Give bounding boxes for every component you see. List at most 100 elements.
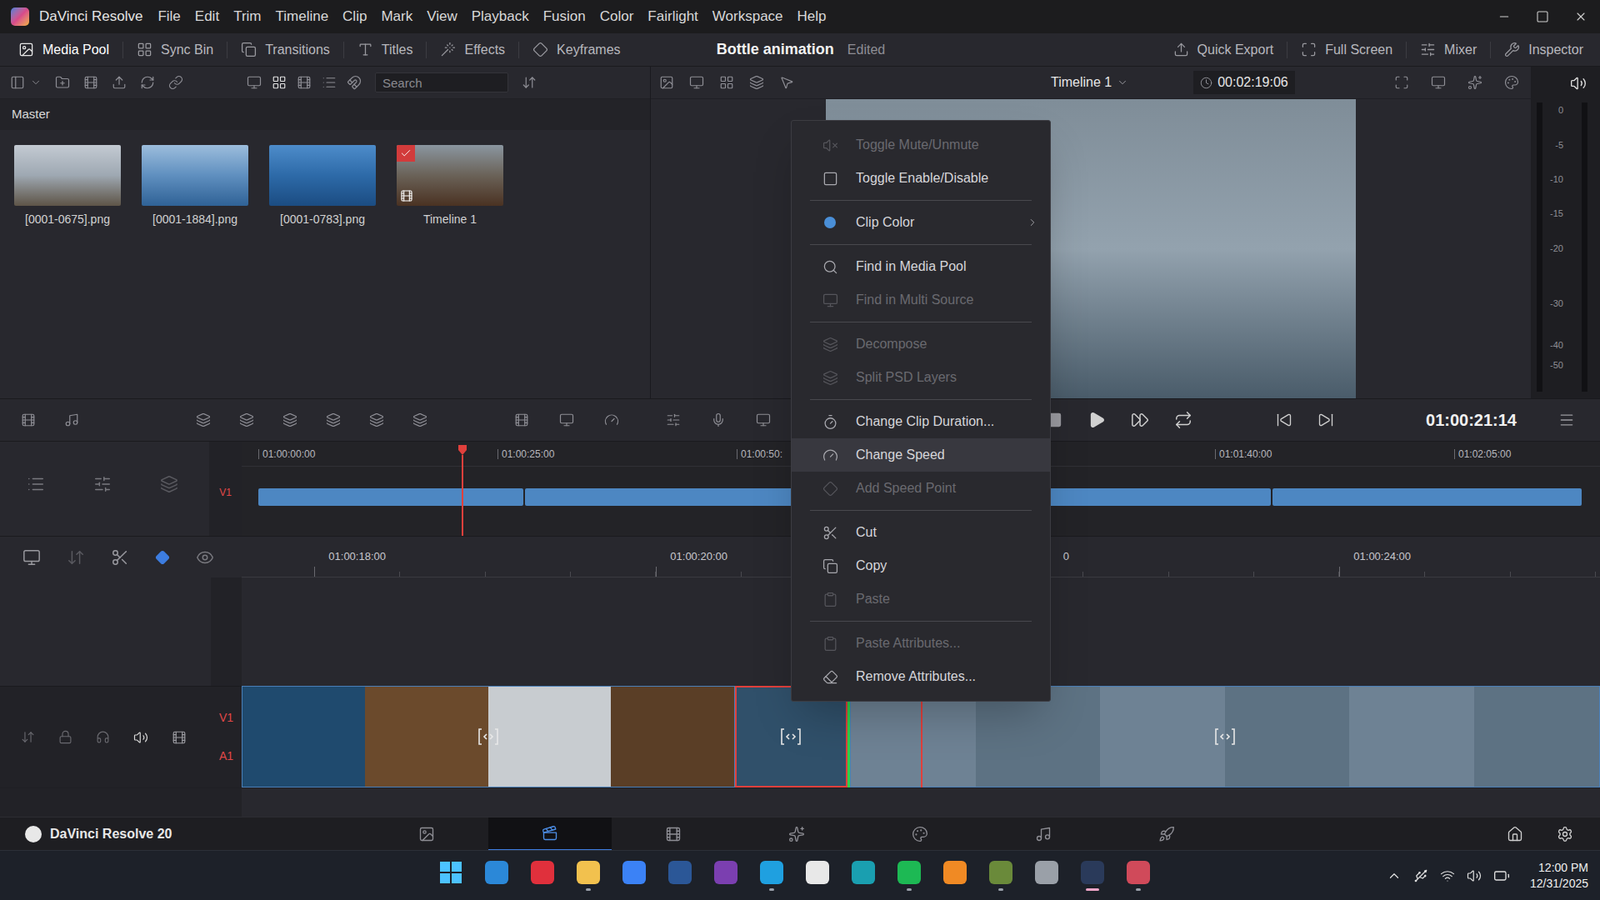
audio-sliders-icon[interactable]	[665, 412, 681, 428]
toolbar-button[interactable]: Effects	[426, 33, 519, 66]
sidebar-toggle-icon[interactable]	[10, 75, 25, 90]
output-icon[interactable]	[755, 412, 771, 428]
fast-forward-icon[interactable]	[1130, 410, 1150, 430]
menu-item[interactable]: Timeline	[275, 5, 329, 28]
menu-item[interactable]: Help	[797, 5, 827, 28]
taskbar-app[interactable]	[1115, 852, 1161, 900]
settings-icon[interactable]	[1556, 825, 1574, 843]
usb-icon[interactable]	[1413, 868, 1429, 884]
metadata-view-icon[interactable]	[246, 75, 262, 90]
overwrite-icon[interactable]	[239, 412, 255, 428]
mini-playhead[interactable]	[457, 445, 468, 536]
toolbar-button[interactable]: Titles	[344, 33, 427, 66]
source-overwrite-icon[interactable]	[514, 412, 530, 428]
volume-icon[interactable]	[1466, 868, 1482, 884]
context-menu-item[interactable]: Toggle Enable/Disable	[791, 161, 1050, 195]
audio-tool-icon[interactable]	[64, 412, 80, 428]
minimize-icon[interactable]	[1497, 10, 1511, 24]
wifi-icon[interactable]	[1440, 868, 1455, 884]
thumbnail-view-icon[interactable]	[271, 75, 287, 90]
zoom-icon[interactable]	[1394, 75, 1410, 90]
close-icon[interactable]	[1574, 10, 1588, 24]
toolbar-button[interactable]: Full Screen	[1287, 33, 1406, 66]
timeline-view-icon[interactable]	[22, 548, 41, 567]
taskbar-app[interactable]	[794, 852, 840, 900]
refresh-icon[interactable]	[140, 75, 155, 90]
media-item[interactable]: [0001-1884].png	[141, 145, 249, 229]
tray-overflow-icon[interactable]	[1386, 868, 1402, 884]
context-menu-item[interactable]: Cut	[791, 515, 1050, 550]
taskbar-app[interactable]	[473, 852, 520, 900]
grid-view-icon[interactable]	[719, 75, 735, 90]
context-menu-item[interactable]: Change Clip Duration...	[791, 405, 1050, 439]
toolbar-button[interactable]: Keyframes	[519, 33, 634, 66]
lock-icon[interactable]	[58, 730, 73, 745]
insert-icon[interactable]	[195, 412, 211, 428]
search-field[interactable]	[375, 72, 509, 93]
page-tab[interactable]	[365, 817, 489, 851]
menu-item[interactable]: Color	[600, 5, 635, 28]
next-icon[interactable]	[1317, 411, 1335, 429]
audio-waveform-icon[interactable]	[160, 475, 179, 494]
taskbar-app[interactable]	[1023, 852, 1070, 900]
new-bin-icon[interactable]	[55, 75, 70, 90]
toolbar-button[interactable]: Transitions	[227, 33, 344, 66]
mini-clip[interactable]	[258, 488, 524, 506]
timeline-clip[interactable]	[241, 685, 735, 788]
place-on-top-icon[interactable]	[369, 412, 385, 428]
menu-item[interactable]: Playback	[471, 5, 530, 28]
taskbar-app[interactable]	[1069, 852, 1115, 900]
window-button[interactable]	[1485, 0, 1524, 34]
context-menu-item[interactable]: Remove Attributes...	[791, 660, 1050, 694]
media-item[interactable]: [0001-0783].png	[269, 145, 376, 229]
sort-icon[interactable]	[521, 75, 537, 90]
context-menu-item[interactable]: Change Speed	[791, 438, 1050, 472]
page-tab[interactable]	[735, 817, 859, 851]
track-height-icon[interactable]	[93, 475, 112, 494]
pointer-icon[interactable]	[779, 75, 795, 90]
toolbar-button[interactable]: Media Pool	[5, 33, 123, 66]
taskbar-app[interactable]	[885, 852, 932, 900]
taskbar-app[interactable]	[748, 852, 795, 900]
blade-icon[interactable]	[110, 548, 130, 567]
menu-item[interactable]: File	[157, 5, 180, 28]
menu-item[interactable]: Fairlight	[647, 5, 698, 28]
effects-icon[interactable]	[1467, 75, 1483, 90]
cinema-view-icon[interactable]	[559, 412, 575, 428]
play-icon[interactable]	[1087, 410, 1106, 430]
filmstrip-view-icon[interactable]	[296, 75, 312, 90]
clock[interactable]: 12:00 PM12/31/2025	[1530, 860, 1589, 892]
display-icon[interactable]	[1430, 75, 1446, 90]
taskbar-app[interactable]	[565, 852, 611, 900]
page-tab[interactable]	[858, 817, 982, 851]
maximize-icon[interactable]	[1535, 10, 1550, 24]
layers-icon[interactable]	[749, 75, 765, 90]
snap-icon[interactable]	[66, 548, 85, 567]
menu-item[interactable]: Mark	[380, 5, 413, 28]
toolbar-button[interactable]: Sync Bin	[123, 33, 227, 66]
dropdown-icon[interactable]	[30, 76, 42, 89]
new-timeline-icon[interactable]	[83, 75, 99, 90]
source-view-icon[interactable]	[659, 75, 675, 90]
track-video-icon[interactable]	[171, 730, 187, 745]
relink-icon[interactable]	[168, 75, 184, 90]
media-item[interactable]: Timeline 1	[396, 145, 504, 229]
taskbar-app[interactable]	[840, 852, 886, 900]
taskbar-app[interactable]	[519, 852, 565, 900]
toolbar-button[interactable]: Quick Export	[1160, 33, 1288, 66]
taskbar-app[interactable]	[702, 852, 749, 900]
options-icon[interactable]	[1558, 411, 1575, 429]
scope-icon[interactable]	[604, 412, 620, 428]
import-icon[interactable]	[111, 75, 127, 90]
append-icon[interactable]	[412, 412, 428, 428]
window-button[interactable]	[1523, 0, 1562, 34]
menu-item[interactable]: Clip	[342, 5, 367, 28]
track-options-icon[interactable]	[26, 475, 45, 494]
page-tab[interactable]	[981, 817, 1105, 851]
dual-view-icon[interactable]	[689, 75, 705, 90]
page-tab[interactable]	[488, 817, 612, 851]
home-icon[interactable]	[1506, 825, 1524, 843]
taskbar-app[interactable]	[610, 852, 657, 900]
toolbar-button[interactable]: Mixer	[1406, 33, 1490, 66]
color-icon[interactable]	[1504, 75, 1520, 90]
